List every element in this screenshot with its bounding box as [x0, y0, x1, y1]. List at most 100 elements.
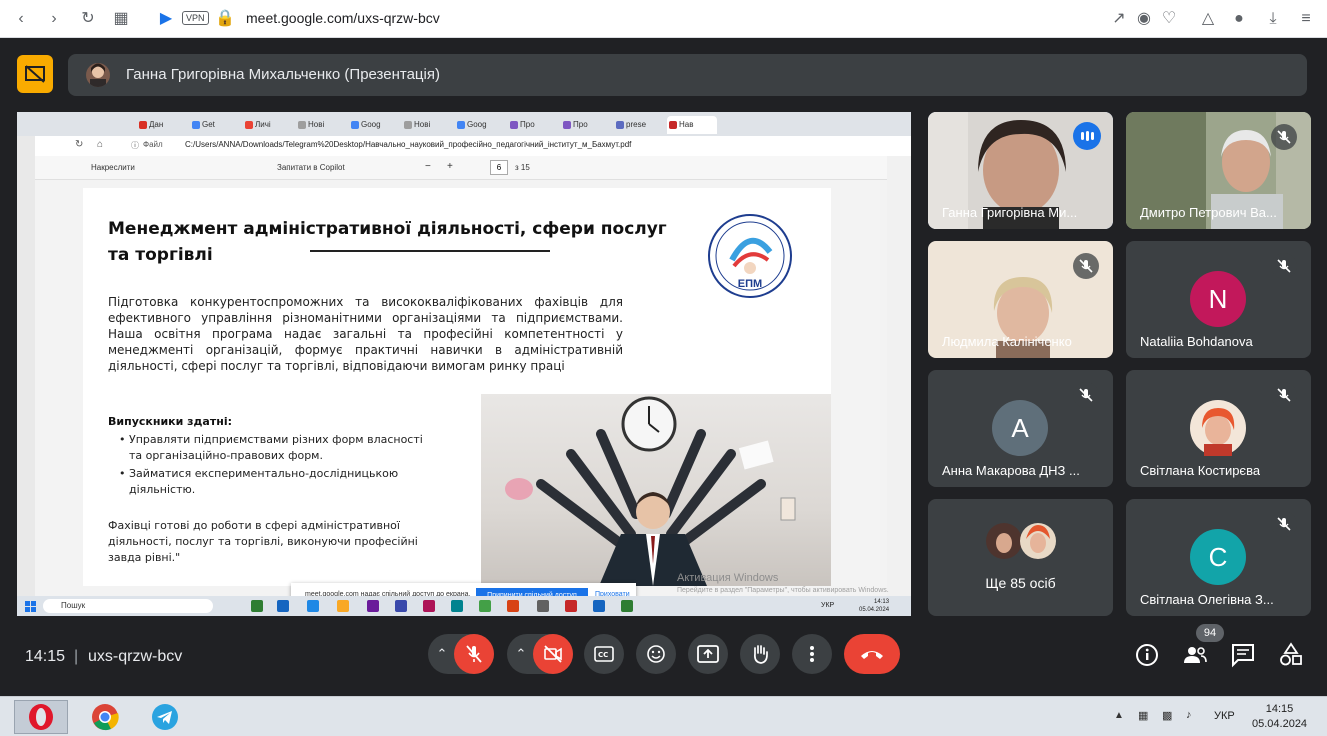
- back-icon[interactable]: ‹: [10, 8, 32, 30]
- participant-tile[interactable]: Ганна Григорівна Ми...: [928, 112, 1113, 229]
- tray-device-icon[interactable]: ▦: [1138, 709, 1148, 722]
- lock-icon[interactable]: 🔒: [214, 8, 236, 30]
- os-time: 14:15: [1265, 703, 1294, 715]
- shared-tab-label: Про: [573, 120, 588, 129]
- shared-tab: Нові: [296, 116, 346, 134]
- slide-title: Менеджмент адміністративної діяльності, …: [108, 219, 667, 265]
- muted-mic-icon: [1073, 253, 1099, 279]
- muted-mic-icon: [1073, 382, 1099, 408]
- tray-expand-icon[interactable]: ▲: [1114, 710, 1124, 721]
- telegram-app-button[interactable]: [138, 700, 192, 734]
- slide-footer-text: Фахівці готові до роботи в сфері адмініс…: [108, 519, 418, 564]
- slide-title-rule: [310, 250, 550, 252]
- meeting-code: uxs-qrzw-bcv: [88, 648, 183, 665]
- address-bar[interactable]: meet.google.com/uxs-qrzw-bcv: [246, 10, 440, 26]
- share-icon[interactable]: ↗: [1108, 8, 1130, 30]
- participant-tile[interactable]: Світлана Костирєва: [1126, 370, 1311, 487]
- more-participants-tile[interactable]: Ще 85 осіб: [928, 499, 1113, 616]
- opera-app-button[interactable]: [14, 700, 68, 734]
- screenshot-icon[interactable]: ◉: [1133, 8, 1155, 30]
- profile-icon[interactable]: ●: [1228, 8, 1250, 30]
- emoji-icon: [647, 645, 665, 663]
- word-icon: [593, 600, 605, 612]
- activities-icon[interactable]: [1278, 642, 1304, 668]
- more-options-button[interactable]: [792, 634, 832, 674]
- speaking-indicator-icon: [1073, 122, 1101, 150]
- telegram-icon: [152, 704, 178, 730]
- forward-icon[interactable]: ›: [43, 8, 65, 30]
- shared-screen: Дан Get Личі Нові Goog Нові Goog Про Про prese Нав…: [17, 112, 911, 616]
- cube-icon[interactable]: △: [1197, 8, 1219, 30]
- shared-tab-label: Goog: [467, 120, 487, 129]
- reload-icon[interactable]: ↻: [77, 8, 99, 30]
- edge-icon: [251, 600, 263, 612]
- participant-tile[interactable]: Дмитро Петрович Ва...: [1126, 112, 1311, 229]
- presentation-toggle-button[interactable]: [17, 55, 53, 93]
- shared-tab-favicon-icon: [404, 121, 412, 129]
- shared-taskbar-time: 14:13: [874, 599, 890, 605]
- windows-start-icon: [25, 600, 37, 612]
- leave-call-button[interactable]: [844, 634, 900, 674]
- pdf-copilot: Запитати в Copilot: [277, 163, 345, 172]
- more-participants-avatars: [986, 523, 1056, 559]
- meeting-info-icon[interactable]: [1134, 642, 1160, 668]
- shared-tab-favicon-icon: [563, 121, 571, 129]
- pdf-page-number: 6: [490, 160, 508, 175]
- pdf-page-total: з 15: [515, 163, 530, 172]
- shared-tab-label: Личі: [255, 120, 271, 129]
- chrome-app-button[interactable]: [78, 700, 132, 734]
- camera-icon: ▶: [159, 10, 173, 27]
- participant-tile[interactable]: N Nataliia Bohdanova: [1126, 241, 1311, 358]
- reactions-button[interactable]: [636, 634, 676, 674]
- menu-icon[interactable]: ≡: [1295, 8, 1317, 30]
- heart-icon[interactable]: ♡: [1158, 8, 1180, 30]
- powerpoint-icon: [507, 600, 519, 612]
- participant-avatar: A: [992, 400, 1048, 456]
- meeting-separator: |: [74, 648, 79, 665]
- shared-tab-label: Get: [202, 120, 215, 129]
- vpn-badge[interactable]: VPN: [182, 11, 209, 25]
- media-icon: [367, 600, 379, 612]
- camera-off-icon: [544, 645, 562, 663]
- participant-name: Людмила Калініченко: [942, 334, 1072, 349]
- tray-network-icon[interactable]: ▩: [1162, 709, 1172, 722]
- shared-tab-label: prese: [626, 120, 647, 129]
- presenter-bar: Ганна Григорівна Михальченко (Презентаці…: [68, 54, 1307, 96]
- windows-activate-watermark: Активация Windows: [677, 572, 779, 584]
- participant-tile[interactable]: A Анна Макарова ДНЗ ...: [928, 370, 1113, 487]
- app2-icon: [565, 600, 577, 612]
- slide-graduates-list: Управляти підприємствами різних форм вла…: [119, 432, 439, 500]
- shared-tab-favicon-icon: [245, 121, 253, 129]
- download-icon[interactable]: ⤓: [1262, 8, 1284, 30]
- people-icon[interactable]: [1182, 642, 1208, 668]
- more-participants-label: Ще 85 осіб: [985, 575, 1056, 591]
- raise-hand-button[interactable]: [740, 634, 780, 674]
- slide-body: Підготовка конкурентоспроможних та висок…: [108, 295, 623, 373]
- shared-tab: Дан: [137, 116, 187, 134]
- pdf-slide: Менеджмент адміністративної діяльності, …: [83, 188, 831, 586]
- audio-settings-chevron-icon[interactable]: ⌃: [428, 634, 456, 674]
- camera-button[interactable]: [533, 634, 573, 674]
- shared-tab: prese: [614, 116, 664, 134]
- participant-tile[interactable]: Людмила Калініченко: [928, 241, 1113, 358]
- shared-tab-label: Про: [520, 120, 535, 129]
- os-clock[interactable]: 14:15 05.04.2024: [1252, 702, 1307, 732]
- shared-reload-icon: ↻: [75, 139, 84, 150]
- participant-avatar: [1190, 400, 1246, 456]
- captions-button[interactable]: CC: [584, 634, 624, 674]
- chat-icon[interactable]: [1230, 642, 1256, 668]
- participant-name: Nataliia Bohdanova: [1140, 334, 1253, 349]
- shared-tab-favicon-icon: [351, 121, 359, 129]
- shared-tab-favicon-icon: [298, 121, 306, 129]
- present-now-button[interactable]: [688, 634, 728, 674]
- tabs-grid-icon[interactable]: ▦: [110, 8, 132, 30]
- tray-volume-icon[interactable]: ♪: [1186, 709, 1192, 721]
- os-language[interactable]: УКР: [1214, 710, 1235, 722]
- store-icon: [277, 600, 289, 612]
- participant-count-badge: 94: [1196, 624, 1224, 642]
- shared-tab-label: Нові: [308, 120, 325, 129]
- microphone-button[interactable]: [454, 634, 494, 674]
- participant-tile[interactable]: C Світлана Олегівна З...: [1126, 499, 1311, 616]
- video-settings-chevron-icon[interactable]: ⌃: [507, 634, 535, 674]
- shared-left-bookmarks: [17, 136, 35, 596]
